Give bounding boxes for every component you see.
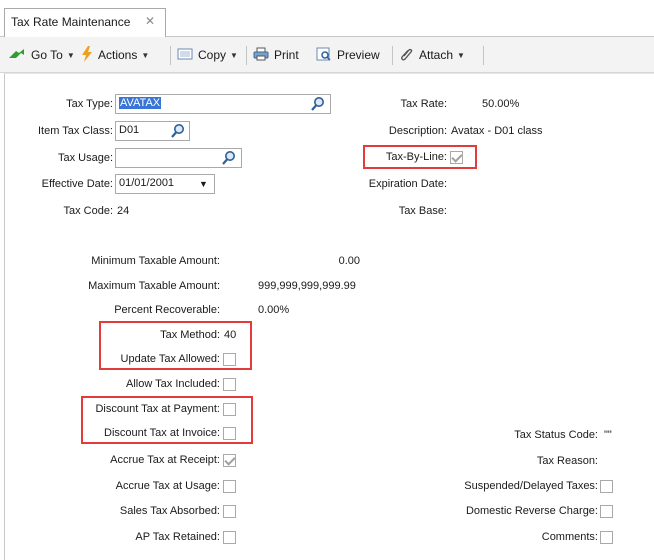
tax-type-field[interactable]: AVATAX — [115, 94, 331, 114]
suspended-delayed-taxes-label: Suspended/Delayed Taxes: — [464, 480, 598, 492]
tax-type-label: Tax Type: — [66, 98, 113, 110]
tax-method-label: Tax Method: — [160, 329, 220, 341]
item-tax-class-value: D01 — [119, 124, 140, 136]
chevron-down-icon: ▼ — [66, 50, 75, 60]
effective-date-value: 01/01/2001 — [119, 177, 175, 189]
attach-label: Attach — [419, 48, 454, 62]
toolbar-divider — [246, 46, 247, 65]
tax-by-line-checkbox[interactable] — [450, 151, 463, 164]
suspended-delayed-taxes-checkbox[interactable] — [600, 480, 613, 493]
tax-status-code-value: "" — [604, 429, 612, 441]
accrue-tax-at-usage-checkbox[interactable] — [223, 480, 236, 493]
search-icon[interactable] — [170, 123, 186, 142]
allow-tax-included-checkbox[interactable] — [223, 378, 236, 391]
lightning-icon — [81, 45, 93, 65]
print-button[interactable]: Print — [253, 37, 299, 73]
effective-date-field[interactable]: 01/01/2001 ▼ — [115, 174, 215, 194]
comments-checkbox[interactable] — [600, 531, 613, 544]
domestic-reverse-charge-checkbox[interactable] — [600, 505, 613, 518]
tax-type-value: AVATAX — [119, 97, 162, 109]
minimum-taxable-amount-value: 0.00 — [338, 255, 360, 267]
tab-strip: Tax Rate Maintenance ✕ — [0, 0, 654, 37]
minimum-taxable-amount-label: Minimum Taxable Amount: — [91, 255, 220, 267]
actions-label: Actions — [98, 48, 138, 62]
chevron-down-icon: ▼ — [230, 50, 238, 60]
sales-tax-absorbed-label: Sales Tax Absorbed: — [119, 505, 220, 517]
preview-icon — [316, 47, 332, 64]
copy-label: Copy — [198, 48, 227, 62]
item-tax-class-label: Item Tax Class: — [38, 125, 113, 137]
maximum-taxable-amount-value: 999,999,999,999.99 — [258, 280, 356, 292]
tax-base-label: Tax Base: — [398, 205, 447, 217]
expiration-date-label: Expiration Date: — [368, 178, 447, 190]
ap-tax-retained-label: AP Tax Retained: — [135, 531, 220, 543]
tax-usage-field[interactable] — [115, 148, 242, 168]
close-icon[interactable]: ✕ — [145, 14, 155, 28]
chevron-down-icon[interactable]: ▼ — [199, 179, 208, 189]
tax-method-value: 40 — [224, 329, 237, 341]
tax-code-value: 24 — [117, 205, 130, 217]
comments-label: Comments: — [541, 531, 598, 543]
print-label: Print — [274, 48, 299, 62]
toolbar-divider — [392, 46, 393, 65]
copy-button[interactable]: Copy ▼ — [177, 37, 238, 73]
percent-recoverable-label: Percent Recoverable: — [114, 304, 220, 316]
accrue-tax-at-usage-label: Accrue Tax at Usage: — [115, 480, 220, 492]
description-label: Description: — [388, 125, 447, 137]
accrue-tax-at-receipt-checkbox[interactable] — [223, 454, 236, 467]
tab-tax-rate-maintenance[interactable]: Tax Rate Maintenance ✕ — [4, 8, 166, 37]
tax-usage-label: Tax Usage: — [57, 152, 113, 164]
sales-tax-absorbed-checkbox[interactable] — [223, 505, 236, 518]
paperclip-icon — [400, 46, 414, 65]
tax-code-label: Tax Code: — [63, 205, 113, 217]
printer-icon — [253, 47, 269, 64]
toolbar: Go To ▼ Actions ▼ Copy ▼ Print Preview A… — [0, 37, 654, 73]
actions-button[interactable]: Actions ▼ — [81, 37, 149, 73]
tax-rate-label: Tax Rate: — [400, 98, 447, 110]
search-icon[interactable] — [221, 150, 237, 169]
toolbar-divider — [483, 46, 484, 65]
item-tax-class-field[interactable]: D01 — [115, 121, 190, 141]
accrue-tax-at-receipt-label: Accrue Tax at Receipt: — [110, 454, 220, 466]
percent-recoverable-value: 0.00% — [258, 304, 290, 316]
maximum-taxable-amount-label: Maximum Taxable Amount: — [88, 280, 220, 292]
discount-tax-at-invoice-checkbox[interactable] — [223, 427, 236, 440]
tab-title: Tax Rate Maintenance — [11, 15, 131, 29]
discount-tax-at-invoice-label: Discount Tax at Invoice: — [104, 427, 220, 439]
copy-icon — [177, 47, 193, 64]
domestic-reverse-charge-label: Domestic Reverse Charge: — [465, 505, 598, 517]
discount-tax-at-payment-checkbox[interactable] — [223, 403, 236, 416]
goto-label: Go To — [31, 48, 63, 62]
chevron-down-icon: ▼ — [457, 50, 465, 60]
goto-arrow-icon — [8, 48, 26, 63]
toolbar-divider — [170, 46, 171, 65]
tax-reason-label: Tax Reason: — [536, 455, 598, 467]
update-tax-allowed-checkbox[interactable] — [223, 353, 236, 366]
effective-date-label: Effective Date: — [41, 178, 113, 190]
tax-by-line-label: Tax-By-Line: — [385, 151, 447, 163]
ap-tax-retained-checkbox[interactable] — [223, 531, 236, 544]
chevron-down-icon: ▼ — [141, 50, 150, 60]
update-tax-allowed-label: Update Tax Allowed: — [120, 353, 220, 365]
attach-button[interactable]: Attach ▼ — [400, 37, 465, 73]
tax-rate-value: 50.00% — [482, 98, 520, 110]
preview-button[interactable]: Preview — [316, 37, 380, 73]
search-icon[interactable] — [310, 96, 326, 115]
discount-tax-at-payment-label: Discount Tax at Payment: — [95, 403, 220, 415]
description-value: Avatax - D01 class — [451, 125, 543, 137]
goto-button[interactable]: Go To ▼ — [8, 37, 75, 73]
tax-status-code-label: Tax Status Code: — [514, 429, 598, 441]
allow-tax-included-label: Allow Tax Included: — [126, 378, 220, 390]
preview-label: Preview — [337, 48, 380, 62]
